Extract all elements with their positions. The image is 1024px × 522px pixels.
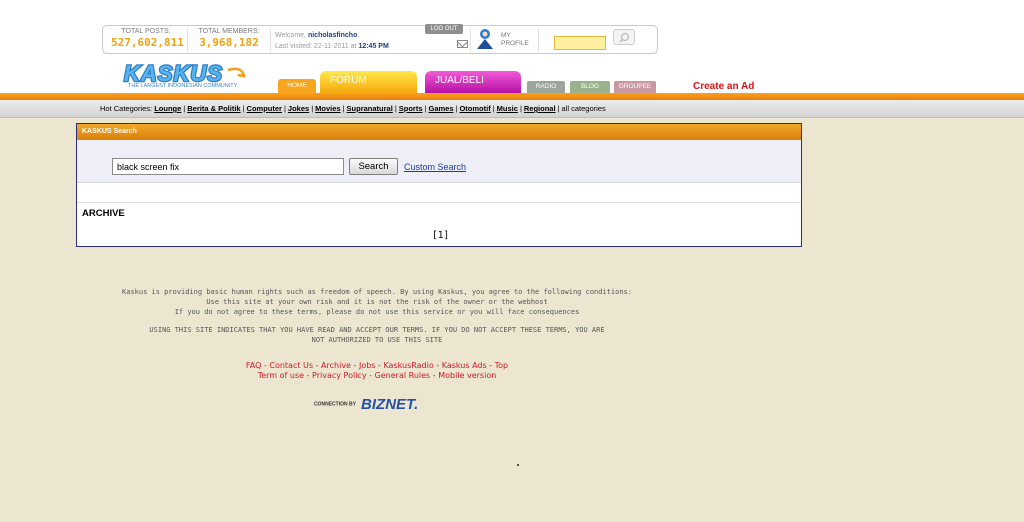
all-categories-link[interactable]: all categories (562, 104, 606, 113)
category-link-games[interactable]: Games (428, 104, 453, 113)
archive-heading: ARCHIVE (82, 208, 125, 219)
footer-link-top[interactable]: Top (495, 361, 509, 370)
biznet-sponsor[interactable]: CONNECTION BY BIZNET. (314, 394, 418, 413)
footer-line: If you do not agree to these terms, plea… (174, 308, 580, 316)
tab-groupee[interactable]: GROUPEE (614, 81, 656, 93)
footer-link-kaskus-ads[interactable]: Kaskus Ads (442, 361, 487, 370)
last-visited-label: Last visited: (275, 43, 312, 50)
search-form-row: Search Custom Search (77, 140, 801, 183)
search-input[interactable] (112, 158, 344, 175)
footer-link-kaskusradio[interactable]: KaskusRadio (383, 361, 433, 370)
category-link-supranatural[interactable]: Supranatural (347, 104, 393, 113)
footer-link-archive[interactable]: Archive (321, 361, 351, 370)
hot-categories-label: Hot Categories: (100, 104, 153, 113)
footer-link-contact[interactable]: Contact Us (269, 361, 313, 370)
logout-button[interactable]: LOG OUT (425, 24, 463, 34)
category-link-regional[interactable]: Regional (524, 104, 556, 113)
total-posts-label: TOTAL POSTS: (121, 28, 171, 35)
category-link-otomotif[interactable]: Otomotif (459, 104, 490, 113)
profile-line2: PROFILE (501, 40, 529, 47)
tab-radio[interactable]: RADIO (527, 81, 565, 93)
tab-home[interactable]: HOME (278, 79, 316, 93)
category-link-sports[interactable]: Sports (399, 104, 423, 113)
divider (187, 29, 188, 51)
biznet-logo: BIZNET. (361, 396, 419, 413)
footer-link-jobs[interactable]: Jobs (359, 361, 376, 370)
connection-label: CONNECTION BY (314, 401, 356, 408)
category-link-computer[interactable]: Computer (247, 104, 282, 113)
footer-link-mobile[interactable]: Mobile version (438, 371, 496, 380)
profile-line1: MY (501, 32, 511, 39)
nav-underline-bar (0, 93, 1024, 100)
welcome-message: Welcome, nicholasfincho. Last visited: 2… (275, 30, 389, 52)
logo-tagline: THE LARGEST INDONESIAN COMMUNITY (128, 83, 238, 89)
category-link-lounge[interactable]: Lounge (154, 104, 181, 113)
category-link-berita-politik[interactable]: Berita & Politik (187, 104, 240, 113)
search-panel: KASKUS Search Search Custom Search ARCHI… (76, 123, 802, 247)
quick-search-button[interactable] (613, 29, 635, 45)
footer-line: Use this site at your own risk and it is… (206, 298, 548, 306)
quick-search-input[interactable] (554, 36, 606, 50)
tab-blog[interactable]: BLOG (570, 81, 610, 93)
total-members-label: TOTAL MEMBERS: (198, 28, 260, 35)
divider (538, 29, 539, 51)
search-panel-title: KASKUS Search (77, 124, 801, 140)
category-link-movies[interactable]: Movies (315, 104, 340, 113)
footer-line: NOT AUTHORIZED TO USE THIS SITE (311, 336, 443, 344)
tab-jual-beli[interactable]: JUAL/BELI (425, 71, 521, 93)
search-button[interactable]: Search (349, 158, 398, 175)
footer-link-rules[interactable]: General Rules (375, 371, 431, 380)
footer-link-faq[interactable]: FAQ (246, 361, 262, 370)
user-profile-icon[interactable] (475, 28, 495, 50)
hot-categories-bar: Hot Categories: Lounge | Berita & Politik |… (0, 100, 1024, 118)
search-spacer-row (77, 183, 801, 203)
category-link-jokes[interactable]: Jokes (288, 104, 309, 113)
footer-line: USING THIS SITE INDICATES THAT YOU HAVE … (149, 326, 605, 334)
stray-dot (517, 464, 519, 466)
my-profile-link[interactable]: MY PROFILE (501, 32, 529, 48)
divider (470, 29, 471, 51)
tab-forum[interactable]: FORUM (320, 71, 417, 93)
total-posts-stat: TOTAL POSTS: 527,602,811 (111, 28, 184, 49)
total-members-value: 3,968,182 (199, 36, 259, 49)
footer-link-privacy[interactable]: Privacy Policy (312, 371, 367, 380)
footer-links: FAQ - Contact Us - Archive - Jobs - Kask… (245, 361, 509, 380)
user-stats-box: TOTAL POSTS: 527,602,811 TOTAL MEMBERS: … (102, 24, 658, 54)
archive-pagination[interactable]: [1] (432, 230, 449, 241)
total-members-stat: TOTAL MEMBERS: 3,968,182 (193, 28, 265, 49)
username-link[interactable]: nicholasfincho (308, 32, 357, 39)
custom-search-link[interactable]: Custom Search (404, 162, 466, 172)
create-ad-link[interactable]: Create an Ad (693, 81, 754, 92)
footer-disclaimer: Kaskus is providing basic human rights s… (0, 287, 754, 345)
mail-icon[interactable] (457, 40, 468, 48)
welcome-suffix: . (357, 32, 360, 39)
footer-link-terms[interactable]: Term of use (258, 371, 304, 380)
search-icon (619, 32, 630, 43)
category-link-music[interactable]: Music (497, 104, 518, 113)
divider (270, 29, 271, 51)
footer-line: Kaskus is providing basic human rights s… (122, 288, 632, 296)
welcome-prefix: Welcome, (275, 32, 306, 39)
last-visited-time: 12:45 PM (358, 43, 389, 50)
last-visited-date: 22-11-2011 at (313, 43, 357, 50)
total-posts-value: 527,602,811 (111, 36, 184, 49)
